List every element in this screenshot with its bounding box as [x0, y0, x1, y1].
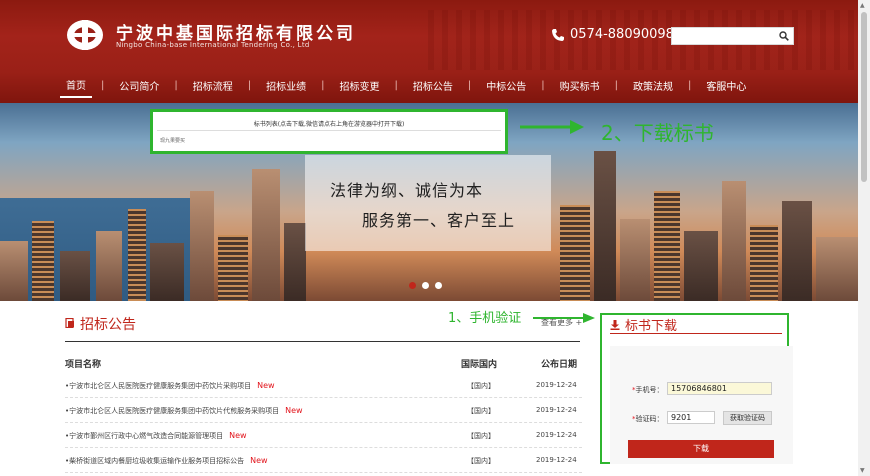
- nav-item-about[interactable]: 公司简介: [113, 78, 165, 93]
- slider-dot-3[interactable]: [435, 282, 442, 289]
- new-badge: New: [250, 456, 268, 465]
- scroll-up-icon[interactable]: ▲: [860, 2, 865, 9]
- nav-separator: |: [321, 79, 325, 91]
- banner-building: [190, 191, 214, 301]
- hotline-number: 0574-88090098: [570, 27, 674, 42]
- document-icon: [65, 318, 74, 328]
- banner-building: [128, 209, 146, 301]
- banner-building: [284, 223, 306, 301]
- nav-separator: |: [174, 79, 178, 91]
- banner-building: [32, 221, 54, 301]
- nav-item-changes[interactable]: 招标变更: [334, 78, 386, 93]
- column-header-date: 公布日期: [541, 360, 578, 370]
- nav-item-home[interactable]: 首页: [60, 77, 92, 98]
- banner-building: [750, 225, 778, 301]
- nav-separator: |: [614, 79, 618, 91]
- banner-building: [150, 243, 184, 301]
- bid-doc-list-item[interactable]: 现九果要买: [160, 137, 185, 144]
- notice-region-cell: 【国内】: [467, 432, 495, 440]
- nav-separator: |: [688, 79, 692, 91]
- code-field-label: *验证码：: [632, 415, 664, 423]
- slogan-panel: [305, 155, 551, 251]
- banner-building: [782, 201, 812, 301]
- notice-region-cell: 【国内】: [467, 382, 495, 390]
- banner-building: [0, 241, 28, 301]
- nav-separator: |: [541, 79, 545, 91]
- banner-building: [654, 191, 680, 301]
- nav-item-policies[interactable]: 政策法规: [627, 78, 679, 93]
- search-button[interactable]: [776, 29, 792, 43]
- download-icon: [610, 320, 620, 330]
- slogan-line-2: 服务第一、客户至上: [362, 211, 516, 230]
- company-logo-icon[interactable]: [66, 18, 104, 52]
- annotation-step-1: 1、手机验证: [448, 311, 522, 326]
- nav-item-process[interactable]: 招标流程: [187, 78, 239, 93]
- scroll-down-icon[interactable]: ▼: [860, 467, 865, 474]
- nav-item-announcements[interactable]: 招标公告: [407, 78, 459, 93]
- divider: [65, 341, 580, 342]
- phone-field-label: *手机号：: [632, 386, 664, 394]
- slider-dots: [409, 282, 442, 289]
- phone-field[interactable]: 15706846801: [667, 382, 772, 395]
- new-badge: New: [285, 406, 303, 415]
- notice-title-cell[interactable]: •宁波市北仑区人民医院医疗健康服务集团中药饮片代煎服务采购项目 New: [65, 406, 303, 416]
- banner-building: [620, 219, 650, 301]
- nav-item-performance[interactable]: 招标业绩: [260, 78, 312, 93]
- nav-item-buy-docs[interactable]: 购买标书: [554, 78, 606, 93]
- bid-doc-list-title: 标书列表(点击下载,微信请点右上角在游览器中打开下载): [253, 121, 405, 128]
- nav-item-service[interactable]: 客服中心: [700, 78, 752, 93]
- main-nav: 首页 | 公司简介 | 招标流程 | 招标业绩 | 招标变更 | 招标公告 | …: [60, 70, 820, 100]
- annotation-arrow-icon: [533, 313, 595, 323]
- divider: [610, 333, 782, 334]
- phone-icon: [552, 29, 564, 41]
- notice-section-title: 招标公告: [80, 317, 136, 333]
- new-badge: New: [257, 381, 275, 390]
- banner-building: [60, 251, 90, 301]
- banner-building: [218, 235, 248, 301]
- notice-date-cell: 2019-12-24: [536, 456, 577, 464]
- column-header-region: 国际国内: [461, 360, 498, 370]
- banner-building: [96, 231, 122, 301]
- slider-dot-1[interactable]: [409, 282, 416, 289]
- column-header-name: 项目名称: [65, 360, 102, 370]
- nav-separator: |: [101, 79, 105, 91]
- download-button[interactable]: 下载: [628, 440, 774, 458]
- nav-separator: |: [247, 79, 252, 91]
- banner-building: [252, 169, 280, 301]
- notice-title-cell[interactable]: •宁波市北仑区人民医院医疗健康服务集团中药饮片采购项目 New: [65, 381, 275, 391]
- annotation-arrow-icon: [520, 120, 584, 134]
- annotation-step-2: 2、下载标书: [601, 121, 714, 145]
- notice-date-cell: 2019-12-24: [536, 431, 577, 439]
- banner-building: [684, 231, 718, 301]
- nav-separator: |: [467, 79, 472, 91]
- banner-building: [722, 181, 746, 301]
- nav-item-awards[interactable]: 中标公告: [480, 78, 532, 93]
- notice-region-cell: 【国内】: [467, 457, 495, 465]
- table-row[interactable]: •柴桥街道区域内餐厨垃圾收集运输作业服务项目招标公告 New 【国内】 2019-…: [65, 451, 582, 473]
- notice-date-cell: 2019-12-24: [536, 406, 577, 414]
- notice-title-cell[interactable]: •柴桥街道区域内餐厨垃圾收集运输作业服务项目招标公告 New: [65, 456, 268, 466]
- notice-region-cell: 【国内】: [467, 407, 495, 415]
- table-row[interactable]: •宁波市北仑区人民医院医疗健康服务集团中药饮片采购项目 New 【国内】 2019…: [65, 376, 582, 398]
- table-row[interactable]: •宁波市北仑区人民医院医疗健康服务集团中药饮片代煎服务采购项目 New 【国内】 …: [65, 401, 582, 423]
- table-row[interactable]: •宁波市鄞州区行政中心燃气改造合同能源管理项目 New 【国内】 2019-12-…: [65, 426, 582, 448]
- scrollbar-thumb[interactable]: [861, 12, 867, 182]
- notice-date-cell: 2019-12-24: [536, 381, 577, 389]
- new-badge: New: [229, 431, 247, 440]
- verification-code-field[interactable]: 9201: [667, 411, 715, 424]
- bid-doc-list-panel: 标书列表(点击下载,微信请点右上角在游览器中打开下载) 现九果要买: [150, 109, 508, 154]
- divider: [157, 130, 501, 131]
- banner-building: [594, 151, 616, 301]
- banner-building: [560, 205, 590, 301]
- search-icon: [779, 31, 789, 41]
- slider-dot-2[interactable]: [422, 282, 429, 289]
- bid-download-title: 标书下载: [625, 319, 678, 334]
- slogan-line-1: 法律为纲、诚信为本: [330, 181, 484, 200]
- get-code-button[interactable]: 获取验证码: [723, 411, 772, 425]
- banner-building: [816, 237, 858, 301]
- company-name-en: Ningbo China-base International Tenderin…: [116, 41, 310, 49]
- notice-title-cell[interactable]: •宁波市鄞州区行政中心燃气改造合同能源管理项目 New: [65, 431, 247, 441]
- nav-separator: |: [394, 79, 398, 91]
